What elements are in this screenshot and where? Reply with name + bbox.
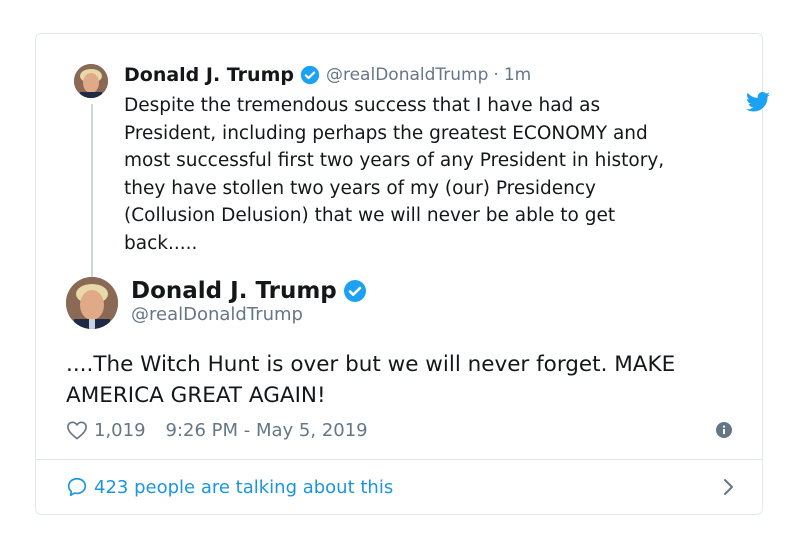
parent-avatar[interactable]	[74, 64, 108, 98]
tweet-meta-row: 1,019 9:26 PM - May 5, 2019	[66, 417, 732, 443]
heart-icon[interactable]	[66, 420, 88, 440]
like-count[interactable]: 1,019	[94, 420, 146, 441]
main-avatar[interactable]	[66, 277, 118, 329]
tweet-timestamp[interactable]: 9:26 PM - May 5, 2019	[166, 420, 368, 441]
separator-dot: ·	[493, 65, 499, 85]
parent-author-name[interactable]: Donald J. Trump	[124, 64, 294, 86]
main-author-handle[interactable]: @realDonaldTrump	[131, 304, 303, 325]
parent-tweet-text: Despite the tremendous success that I ha…	[124, 95, 665, 254]
parent-author-handle[interactable]: @realDonaldTrump	[326, 65, 488, 85]
speech-bubble-icon	[66, 476, 88, 498]
twitter-bird-icon[interactable]	[746, 91, 770, 112]
parent-header: Donald J. Trump @realDonaldTrump · 1m	[124, 62, 531, 88]
thread-connector-line	[91, 104, 93, 304]
verified-badge-icon	[343, 279, 367, 303]
info-icon[interactable]	[716, 422, 732, 438]
conversation-link[interactable]: 423 people are talking about this	[66, 473, 736, 501]
main-author-row: Donald J. Trump	[131, 278, 367, 304]
main-author-name[interactable]: Donald J. Trump	[131, 278, 337, 304]
main-tweet-text: ....The Witch Hunt is over but we will n…	[66, 352, 676, 408]
parent-time-ago[interactable]: 1m	[504, 65, 531, 85]
talking-count-text[interactable]: 423 people are talking about this	[94, 477, 393, 498]
footer-divider	[36, 459, 762, 460]
embedded-tweet-card: Donald J. Trump @realDonaldTrump · 1m De…	[35, 33, 770, 515]
verified-badge-icon	[300, 65, 320, 85]
chevron-right-icon[interactable]	[722, 477, 736, 497]
